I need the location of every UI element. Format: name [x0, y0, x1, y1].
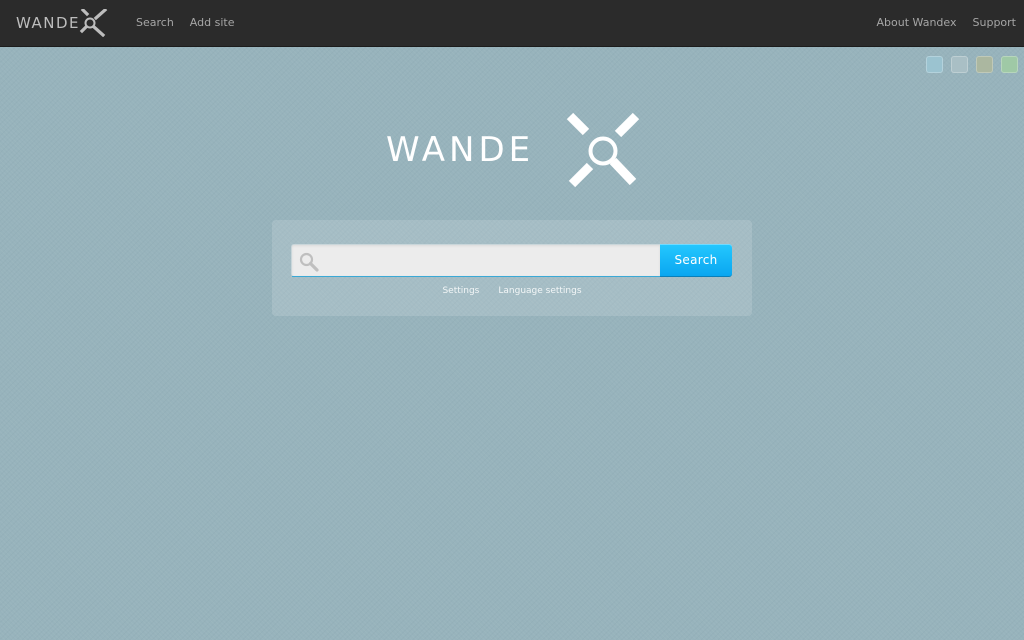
- theme-swatch-olive[interactable]: [976, 56, 993, 73]
- nav-link-about[interactable]: About Wandex: [877, 16, 957, 30]
- theme-swatch-grey[interactable]: [951, 56, 968, 73]
- search-panel: Search Settings Language settings: [272, 220, 752, 316]
- magnifier-icon: [299, 252, 319, 272]
- nav-link-search[interactable]: Search: [136, 16, 174, 30]
- main-logo: WANDE: [386, 110, 642, 190]
- search-input-wrapper: [291, 244, 660, 278]
- nav-right: About Wandex Support: [877, 16, 1016, 30]
- header-logo-text: WANDE: [16, 14, 81, 32]
- wandex-x-logo-icon: [566, 112, 640, 188]
- wandex-x-logo-icon: [79, 9, 108, 37]
- nav-link-add-site[interactable]: Add site: [190, 16, 235, 30]
- nav-left: Search Add site: [136, 16, 234, 30]
- search-box: Search: [291, 244, 732, 278]
- theme-swatch-blue[interactable]: [926, 56, 943, 73]
- settings-link[interactable]: Settings: [442, 286, 479, 296]
- top-navigation-bar: WANDE Search Add site About Wandex Suppo…: [0, 0, 1024, 47]
- theme-swatches: [926, 56, 1018, 73]
- nav-link-support[interactable]: Support: [973, 16, 1016, 30]
- theme-swatch-green[interactable]: [1001, 56, 1018, 73]
- main-logo-text: WANDE: [386, 130, 535, 170]
- search-input[interactable]: [324, 245, 658, 278]
- header-logo[interactable]: WANDE: [16, 9, 108, 37]
- page-background: [0, 0, 1024, 640]
- language-settings-link[interactable]: Language settings: [498, 286, 581, 296]
- search-button[interactable]: Search: [660, 244, 732, 277]
- search-options-links: Settings Language settings: [272, 286, 752, 296]
